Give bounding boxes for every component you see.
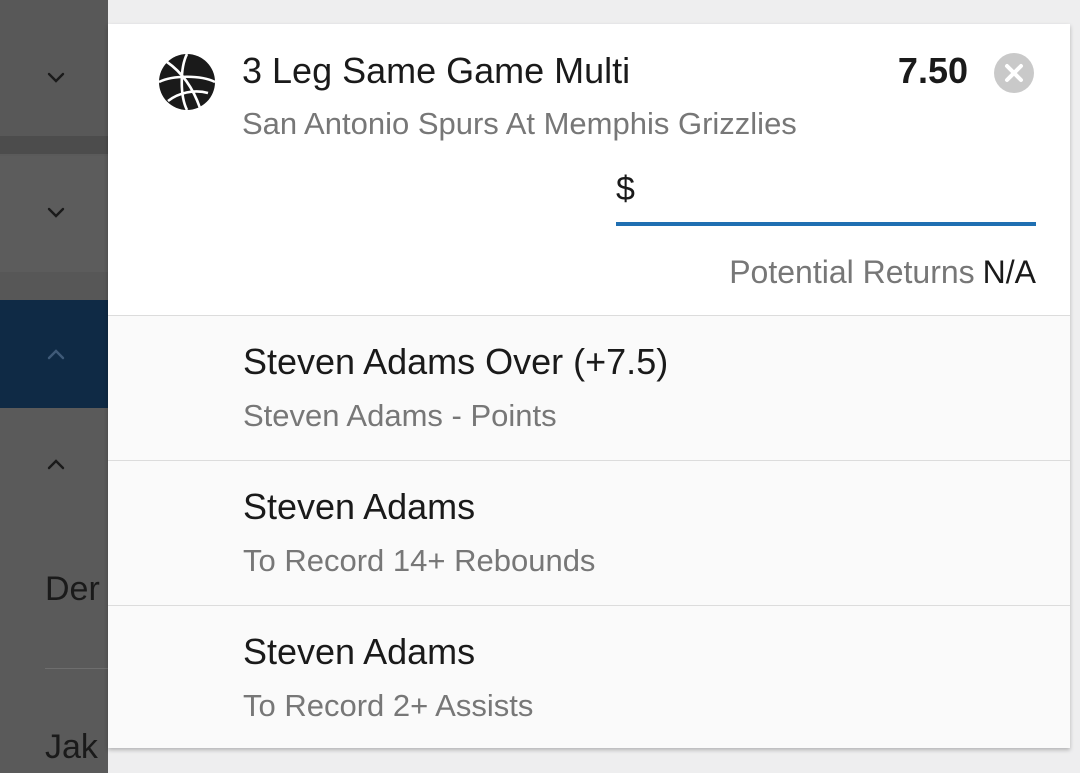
bet-leg: Steven Adams To Record 2+ Assists <box>108 606 1070 748</box>
chevron-down-icon[interactable] <box>44 66 68 90</box>
collapsed-section-2[interactable] <box>0 156 108 272</box>
odds-value: 7.50 <box>897 50 968 91</box>
close-icon <box>1005 64 1023 82</box>
leg-selection: Steven Adams <box>243 486 476 527</box>
basketball-icon <box>158 53 216 111</box>
background-list: Der Jak <box>0 0 108 773</box>
divider <box>0 136 108 154</box>
background-row-text: Jak <box>45 728 98 766</box>
bet-leg: Steven Adams To Record 14+ Rebounds <box>108 461 1070 606</box>
bet-title: 3 Leg Same Game Multi <box>242 50 631 91</box>
leg-market: Steven Adams - Points <box>243 398 557 433</box>
chevron-up-icon[interactable] <box>44 452 68 476</box>
leg-market: To Record 14+ Rebounds <box>243 543 596 578</box>
bet-header: 3 Leg Same Game Multi San Antonio Spurs … <box>108 24 1070 316</box>
stake-field[interactable]: $ <box>616 170 1036 226</box>
expanded-section-header[interactable] <box>0 300 108 408</box>
chevron-up-icon[interactable] <box>44 342 68 366</box>
background-row-text: Der <box>45 570 100 608</box>
divider <box>45 668 108 669</box>
bet-slip-card: 3 Leg Same Game Multi San Antonio Spurs … <box>108 24 1070 748</box>
event-name: San Antonio Spurs At Memphis Grizzlies <box>242 106 797 141</box>
screen: Der Jak 3 Leg Same Game Multi San Antoni… <box>0 0 1080 773</box>
expanded-section-2[interactable] <box>0 408 108 520</box>
leg-selection: Steven Adams <box>243 631 476 672</box>
collapsed-section-1[interactable] <box>0 0 108 136</box>
divider <box>0 272 108 300</box>
leg-selection: Steven Adams Over (+7.5) <box>243 341 669 382</box>
potential-returns-value: N/A <box>982 254 1036 290</box>
remove-bet-button[interactable] <box>994 53 1034 93</box>
potential-returns-label: Potential Returns <box>729 254 975 290</box>
potential-returns: Potential Returns N/A <box>729 254 1036 291</box>
chevron-down-icon[interactable] <box>44 201 68 225</box>
leg-market: To Record 2+ Assists <box>243 688 534 723</box>
bet-leg: Steven Adams Over (+7.5) Steven Adams - … <box>108 316 1070 461</box>
currency-symbol: $ <box>616 170 635 208</box>
stake-input[interactable] <box>652 174 1022 218</box>
